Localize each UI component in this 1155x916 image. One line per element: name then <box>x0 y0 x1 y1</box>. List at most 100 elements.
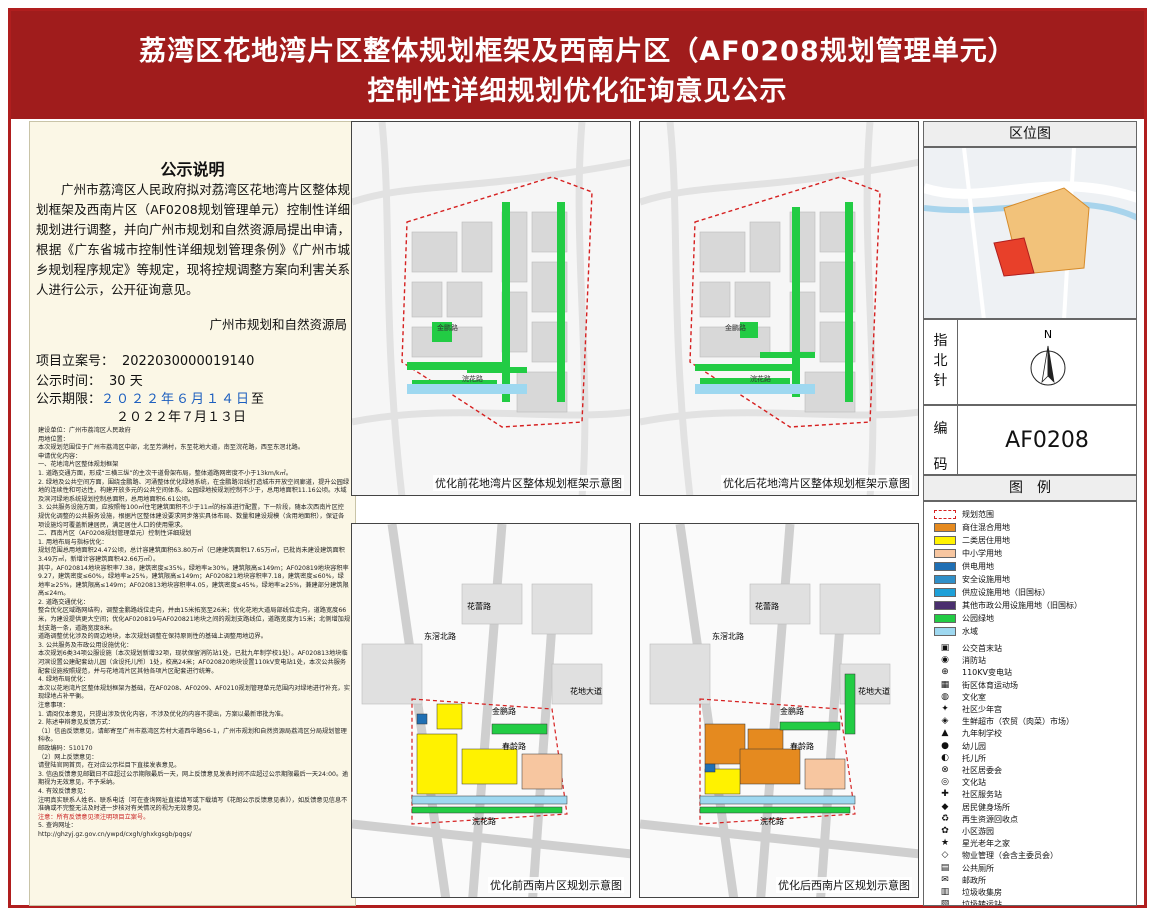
detail-line: 3. 公共服务设施方面，应按照每100㎡住宅建筑面积不少于11㎡的标准进行配置，… <box>38 504 345 529</box>
notice-signature: 广州市规划和自然资源局 <box>209 317 347 332</box>
info-panel: 区位图 指 北 针 N 编 码 AF0208 图 例 规划范围 商住混合用地 二… <box>923 121 1137 906</box>
detail-line: 注明真实联系人姓名、联系电话（可在查询网址直接填写或下载填写《花朗公示反馈意见表… <box>38 796 348 813</box>
legend-label: 供电用地 <box>962 562 994 571</box>
m4-road-huadi: 花地大道 <box>858 686 890 696</box>
legend-label: 垃圾转运站 <box>962 900 1002 906</box>
project-number-label: 项目立案号： <box>36 354 115 369</box>
location-map <box>923 147 1137 319</box>
m4-road-jinpeng: 金鹏路 <box>780 706 804 716</box>
legend-item: ✿ 小区游园 <box>934 825 994 838</box>
north-arrow-icon: N <box>1030 328 1066 386</box>
range-row: 公示期限：２０２２年６月１４日至 <box>36 388 264 407</box>
north-label-char3: 针 <box>933 373 948 389</box>
notice-heading: 公示说明 <box>160 160 225 179</box>
legend-item: 水域 <box>934 625 978 638</box>
legend-swatch <box>934 614 956 623</box>
legend-label: 社区居委会 <box>962 766 1002 775</box>
detail-line: 本次规划6类34项公服设施（本次规划新增32项，现状保留消防站1处，已批九年制学… <box>38 650 348 675</box>
range-label: 公示期限： <box>36 392 102 407</box>
m4-road-chunling: 春龄路 <box>790 741 814 751</box>
m3-road-huawei: 花蕾路 <box>467 601 491 611</box>
m3-road-jinpeng: 金鹏路 <box>492 706 516 716</box>
map-southwest-after: 春龄路 浣花路 金鹏路 花地大道 东滘北路 花蕾路 优化后西南片区规划示意图 <box>639 523 919 898</box>
location-heading: 区位图 <box>923 121 1137 147</box>
detail-line: 2. 陈述申辩意见反馈方式： <box>38 719 114 727</box>
legend-label: 水域 <box>962 627 978 636</box>
legend-item: ▥ 垃圾收集房 <box>934 886 1002 899</box>
legend-symbol-icon: ◈ <box>941 716 949 727</box>
map4-caption: 优化后西南片区规划示意图 <box>776 877 912 893</box>
legend-item: 供应设施用地（旧国标） <box>934 586 1050 599</box>
legend-item: ✉ 邮政所 <box>934 874 986 887</box>
legend-symbol-icon: ◆ <box>941 801 949 812</box>
project-number-row: 项目立案号： 2022030000019140 <box>36 350 254 369</box>
legend-label: 九年制学校 <box>962 729 1002 739</box>
period-value: 30 天 <box>109 374 143 389</box>
legend-label: 垃圾收集房 <box>962 888 1002 897</box>
north-arrow-label: 指 北 针 <box>924 320 958 404</box>
detail-line: 一、花地湾片区整体规划框架 <box>38 461 119 469</box>
legend-label: 公园绿地 <box>962 614 994 623</box>
detail-note-red: 注意：所有反馈意见须注明项目立案号。 <box>38 813 150 821</box>
legend-swatch <box>934 536 956 545</box>
legend-item: ◈ 生鲜超市（农贸（肉菜）市场） <box>934 715 1074 728</box>
legend-symbol-icon: ◉ <box>941 655 949 666</box>
map2-caption: 优化后花地湾片区整体规划框架示意图 <box>721 475 912 491</box>
notice-body: 广州市荔湾区人民政府拟对荔湾区花地湾片区整体规划框架及西南片区（AF0208规划… <box>36 182 350 297</box>
detail-line: 注意事项： <box>38 702 69 709</box>
legend-item: ⊕ 110KV变电站 <box>934 666 1012 679</box>
map-southwest-before: 春龄路 浣花路 金鹏路 花地大道 东滘北路 花蕾路 优化前西南片区规划示意图 <box>351 523 631 898</box>
map-framework-before-drawing: 金鹏路 浣花路 <box>352 122 630 495</box>
legend-symbol-icon: ✿ <box>941 826 949 836</box>
legend-item: ◎ 文化站 <box>934 776 986 789</box>
legend-item: ▦ 街区体育运动场 <box>934 679 1018 692</box>
legend-item: ✚ 社区服务站 <box>934 788 1002 801</box>
legend-symbol-icon: ◇ <box>941 850 949 861</box>
m1-road-huanhua: 浣花路 <box>462 374 483 383</box>
m4-road-huanhua: 浣花路 <box>760 816 784 826</box>
map-southwest-after-drawing: 春龄路 浣花路 金鹏路 花地大道 东滘北路 花蕾路 <box>640 524 918 897</box>
detail-line: 4. 有效反馈意见： <box>38 787 90 795</box>
page-title-line1: 荔湾区花地湾片区整体规划框架及西南片区（AF0208规划管理单元） <box>139 36 1016 67</box>
code-label: 编 码 <box>924 406 958 474</box>
legend-item: ◇ 物业管理（会含主委员会） <box>934 849 1058 862</box>
legend-item: ◉ 消防站 <box>934 654 986 667</box>
m1-road-jinpeng: 金鹏路 <box>437 323 458 332</box>
north-letter: N <box>1044 328 1052 341</box>
legend-item: ♻ 再生资源回收点 <box>934 813 1018 826</box>
north-label-char1: 指 <box>933 333 948 349</box>
legend-symbol-icon: ✚ <box>941 789 949 800</box>
legend-symbol-icon: ✦ <box>941 704 949 714</box>
m3-road-chunling: 春龄路 <box>502 741 526 751</box>
detail-line: 请登陆官网首页，在对应公示栏目下直接发表意见。 <box>38 762 181 770</box>
legend-label: 供应设施用地（旧国标） <box>962 588 1050 597</box>
legend-label: 邮政所 <box>962 875 986 885</box>
legend-label: 再生资源回收点 <box>962 814 1018 824</box>
legend-label: 生鲜超市（农贸（肉菜）市场） <box>962 717 1074 727</box>
detail-line: 本次规划范围位于广州市荔湾区中部，北至芳满村，东至花地大道，南至浣花路，西至东滘… <box>38 444 305 452</box>
legend-swatch <box>934 510 956 519</box>
legend-item: ⊗ 社区居委会 <box>934 764 1002 777</box>
legend-item: 二类居住用地 <box>934 534 1010 547</box>
m4-road-dongjiao: 东滘北路 <box>712 631 744 641</box>
legend-symbol-icon: ▧ <box>940 899 950 906</box>
legend-label: 居民健身场所 <box>962 802 1010 812</box>
m2-road-huanhua: 浣花路 <box>750 374 771 383</box>
legend-item: ✦ 社区少年宫 <box>934 703 1002 716</box>
legend-label: 110KV变电站 <box>962 668 1012 678</box>
m3-road-huadi: 花地大道 <box>570 686 602 696</box>
detail-line: 道路调整优化涉及的周边地块，本次规划调整在保持原则性的基础上调整用地边界。 <box>38 633 267 641</box>
notice-panel: 公示说明 广州市荔湾区人民政府拟对荔湾区花地湾片区整体规划框架及西南片区（AF0… <box>29 121 356 906</box>
map1-caption: 优化前花地湾片区整体规划框架示意图 <box>433 475 624 491</box>
detail-line: 其中，AF020814地块容积率7.38，建筑密度≤35%，绿地率≥30%，建筑… <box>38 564 349 598</box>
legend-label: 安全设施用地 <box>962 575 1010 584</box>
legend-swatch <box>934 627 956 636</box>
detail-line: 1. 道路交通方面，形成“三横三纵”的主次干道骨架布局，整体道路网密度不小于13… <box>38 469 292 477</box>
detail-line: 整合优化区域路网结构，调整金鹏路线位走向，并由15米拓宽至26米；优化花地大道局… <box>38 607 351 632</box>
legend-swatch <box>934 575 956 584</box>
legend-swatch <box>934 549 956 558</box>
legend-label: 规划范围 <box>962 510 994 519</box>
m3-road-dongjiao: 东滘北路 <box>424 631 456 641</box>
code-panel: 编 码 AF0208 <box>923 405 1137 475</box>
legend-item: 规划范围 <box>934 508 994 521</box>
